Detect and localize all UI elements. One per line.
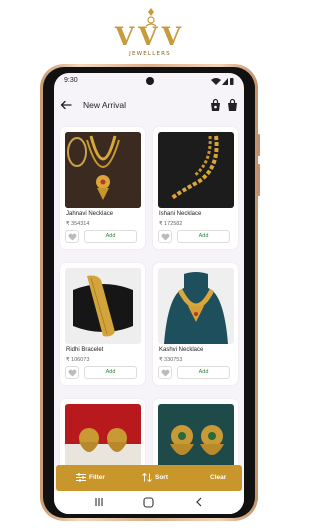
wishlist-button[interactable] xyxy=(158,366,172,379)
wishlist-button[interactable] xyxy=(65,366,79,379)
heart-icon xyxy=(161,369,170,377)
brand-logo: VVV JEWELLERS xyxy=(0,0,300,62)
sort-icon xyxy=(142,473,152,482)
signal-icon xyxy=(222,78,228,85)
battery-icon xyxy=(230,78,234,85)
product-card[interactable]: Ridhi Bracelet ₹ 106073 Add xyxy=(60,263,145,385)
product-image[interactable] xyxy=(65,268,141,344)
add-to-cart-button[interactable]: Add xyxy=(177,366,230,379)
filter-button[interactable]: Filter xyxy=(76,465,116,491)
back-arrow-icon[interactable] xyxy=(59,98,73,112)
product-image[interactable] xyxy=(158,268,234,344)
product-price: ₹ 354314 xyxy=(66,221,90,227)
phone-side-button xyxy=(257,134,260,156)
filter-icon xyxy=(76,473,86,482)
product-name: Ishani Necklace xyxy=(159,211,202,217)
clear-label: Clear xyxy=(210,474,227,481)
nav-recents-icon[interactable] xyxy=(94,497,104,507)
filter-label: Filter xyxy=(89,474,105,481)
heart-icon xyxy=(68,233,77,241)
status-time: 9:30 xyxy=(64,77,78,84)
add-to-cart-button[interactable]: Add xyxy=(84,366,137,379)
nav-home-icon[interactable] xyxy=(143,497,154,508)
phone-volume-button xyxy=(257,164,260,196)
heart-icon xyxy=(68,369,77,377)
filter-sort-bar: Filter Sort Clear xyxy=(56,465,242,491)
product-price: ₹ 330753 xyxy=(159,357,183,363)
product-name: Ridhi Bracelet xyxy=(66,347,104,353)
product-price: ₹ 106073 xyxy=(66,357,90,363)
heart-icon xyxy=(161,233,170,241)
product-card[interactable]: Ishani Necklace ₹ 172582 Add xyxy=(153,127,238,249)
product-card[interactable]: Kashvi Necklace ₹ 330753 Add xyxy=(153,263,238,385)
product-image[interactable] xyxy=(158,132,234,208)
phone-bezel: 9:30 New Arrival Jahnavi Necklace ₹ 3543… xyxy=(43,67,255,518)
clear-button[interactable]: Clear xyxy=(208,465,238,491)
logo-letters: VVV xyxy=(114,22,186,51)
product-image[interactable] xyxy=(65,132,141,208)
front-camera xyxy=(146,77,154,85)
product-name: Jahnavi Necklace xyxy=(66,211,114,217)
status-icons xyxy=(211,78,234,85)
nav-back-icon[interactable] xyxy=(194,497,204,507)
system-navigation-bar xyxy=(54,491,244,514)
wishlist-button[interactable] xyxy=(158,230,172,243)
sort-button[interactable]: Sort xyxy=(142,465,182,491)
add-to-cart-button[interactable]: Add xyxy=(177,230,230,243)
product-card[interactable]: Jahnavi Necklace ₹ 354314 Add xyxy=(60,127,145,249)
phone-screen: 9:30 New Arrival Jahnavi Necklace ₹ 3543… xyxy=(54,73,244,514)
shopping-bag-icon[interactable] xyxy=(226,98,239,112)
sort-label: Sort xyxy=(155,474,168,481)
phone-frame: 9:30 New Arrival Jahnavi Necklace ₹ 3543… xyxy=(40,64,260,521)
product-price: ₹ 172582 xyxy=(159,221,183,227)
product-name: Kashvi Necklace xyxy=(159,347,204,353)
logo-tagline: JEWELLERS xyxy=(129,51,171,57)
status-bar: 9:30 xyxy=(54,73,244,89)
page-title: New Arrival xyxy=(83,100,126,110)
wifi-icon xyxy=(211,78,221,85)
app-bar: New Arrival xyxy=(54,95,244,117)
wishlist-button[interactable] xyxy=(65,230,79,243)
shopping-bag-icon[interactable] xyxy=(209,98,222,112)
add-to-cart-button[interactable]: Add xyxy=(84,230,137,243)
